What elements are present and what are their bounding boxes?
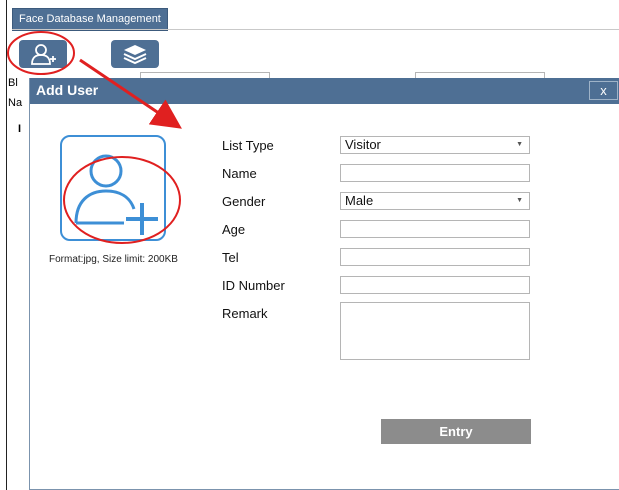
tel-label: Tel <box>222 250 239 265</box>
background-label-1: Bl <box>8 77 18 89</box>
tab-face-database-management[interactable]: Face Database Management <box>12 8 168 31</box>
remark-label: Remark <box>222 306 268 321</box>
photo-upload-area[interactable] <box>60 135 166 241</box>
add-user-icon <box>31 44 56 65</box>
batch-import-button[interactable] <box>111 40 159 68</box>
add-user-dialog: Add User x Format:jpg, Size limit: 200KB… <box>29 78 619 490</box>
tab-divider <box>12 29 619 30</box>
add-user-button[interactable] <box>19 40 67 68</box>
gender-value: Male <box>345 193 374 208</box>
list-type-value: Visitor <box>345 137 381 152</box>
dropdown-caret-icon: ▼ <box>516 141 523 148</box>
dialog-header: Add User x <box>30 78 619 104</box>
background-label-2: Na <box>8 97 23 109</box>
name-input[interactable] <box>340 164 530 182</box>
remark-textarea[interactable] <box>340 302 530 360</box>
close-icon: x <box>600 83 607 98</box>
age-label: Age <box>222 222 246 237</box>
layers-icon <box>123 45 147 65</box>
age-input[interactable] <box>340 220 530 238</box>
entry-button[interactable]: Entry <box>381 419 531 444</box>
name-label: Name <box>222 166 257 181</box>
gender-label: Gender <box>222 194 266 209</box>
id-number-label: ID Number <box>222 278 285 293</box>
tel-input[interactable] <box>340 248 530 266</box>
avatar-add-user-icon <box>74 154 158 235</box>
list-type-select[interactable]: Visitor ▼ <box>340 136 530 154</box>
id-number-input[interactable] <box>340 276 530 294</box>
gender-select[interactable]: Male ▼ <box>340 192 530 210</box>
list-type-label: List Type <box>222 138 274 153</box>
format-note: Format:jpg, Size limit: 200KB <box>49 254 178 265</box>
close-button[interactable]: x <box>589 81 618 100</box>
background-label-3: I <box>18 123 22 135</box>
dialog-title: Add User <box>36 82 99 98</box>
dropdown-caret-icon: ▼ <box>516 197 523 204</box>
left-border <box>6 0 7 490</box>
